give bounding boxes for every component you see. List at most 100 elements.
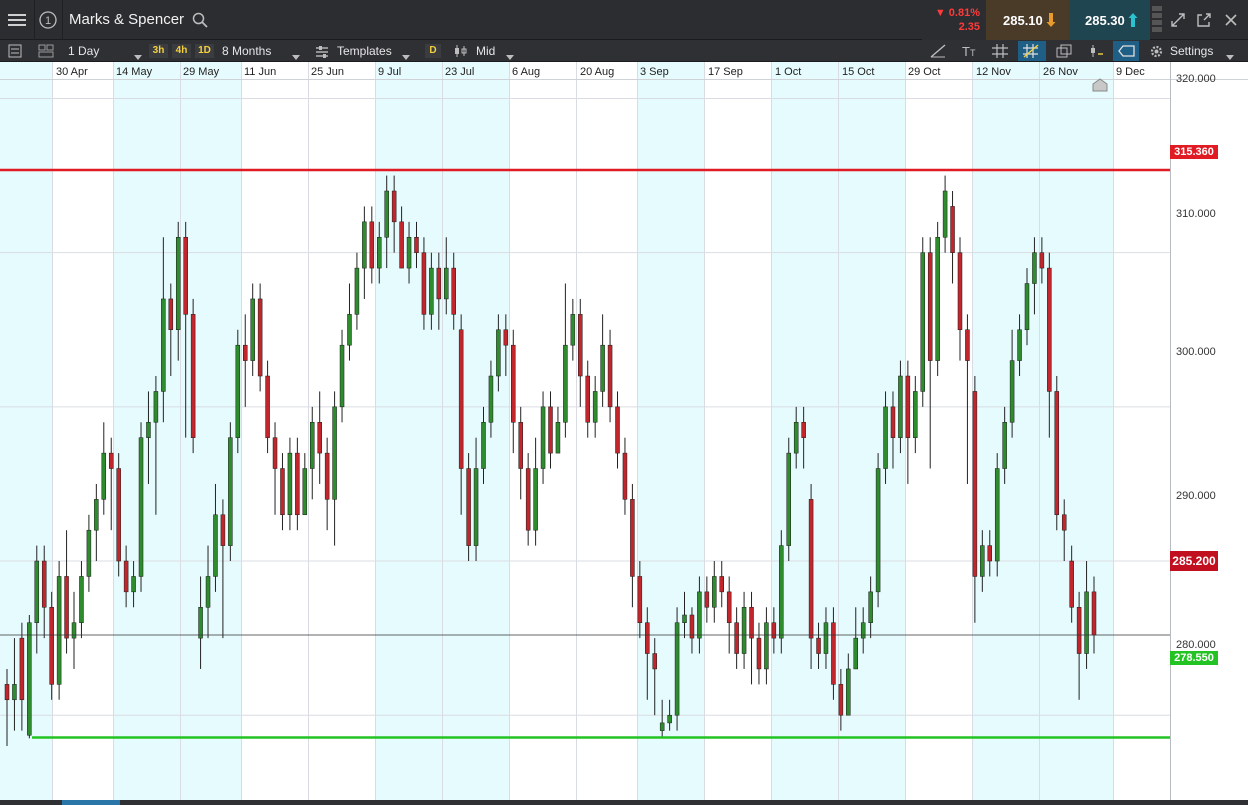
list-icon[interactable] <box>8 44 22 63</box>
buy-button[interactable]: 285.30 <box>1069 0 1150 40</box>
month-band <box>1039 62 1113 800</box>
candle-body <box>615 406 620 454</box>
x-tick-label: 9 Dec <box>1116 66 1145 78</box>
candle-body <box>905 375 911 438</box>
hamburger-menu-icon[interactable] <box>8 12 26 28</box>
candle-body <box>138 437 144 577</box>
candle-body <box>920 252 926 392</box>
month-band <box>113 62 241 800</box>
quick-interval-1d[interactable]: 1D <box>195 44 214 58</box>
close-icon[interactable] <box>1224 13 1238 27</box>
range-select[interactable]: 8 Months <box>222 44 271 58</box>
candle-body <box>362 221 367 269</box>
templates-icon[interactable] <box>315 45 329 63</box>
workspace-number-icon[interactable]: 1 <box>38 10 58 30</box>
x-tick-label: 29 Oct <box>908 66 941 78</box>
candle-body <box>377 237 382 269</box>
candle-body <box>444 267 449 300</box>
candle-body <box>965 329 970 361</box>
candle-body <box>324 452 330 500</box>
candle-body <box>749 607 754 639</box>
settings-button[interactable]: Settings <box>1170 44 1213 58</box>
support-price-label: 278.550 <box>1170 651 1218 665</box>
quick-interval-4h[interactable]: 4h <box>172 44 191 58</box>
interval-select[interactable]: 1 Day <box>68 44 99 58</box>
candle-body <box>228 437 233 546</box>
candle-body <box>429 267 434 315</box>
quick-interval-3h[interactable]: 3h <box>149 44 168 58</box>
candle-body <box>808 499 814 639</box>
templates-button[interactable]: Templates <box>337 44 392 58</box>
candle-body <box>756 637 762 670</box>
grid-icon[interactable] <box>992 44 1008 63</box>
order-ticket-icon[interactable] <box>1151 4 1163 36</box>
layout-icon[interactable] <box>38 44 54 63</box>
text-tool-icon[interactable]: TT <box>961 43 979 64</box>
duplicate-icon[interactable] <box>1056 44 1072 63</box>
candle-body <box>592 391 598 423</box>
top-bar: 1 Marks & Spencer ▼ 0.81% 2.35 285.10 28… <box>0 0 1248 40</box>
candle-body <box>875 468 881 593</box>
candle-body <box>183 237 188 315</box>
candle-body <box>712 576 717 608</box>
divider <box>34 0 35 40</box>
candle-body <box>391 190 397 223</box>
candle-body <box>280 468 285 516</box>
candle-body <box>49 607 54 685</box>
search-icon[interactable] <box>192 12 208 28</box>
candle-body <box>607 344 613 408</box>
candle-body <box>957 252 963 331</box>
gear-icon[interactable] <box>1149 44 1164 64</box>
candle-body <box>421 252 427 315</box>
candle-body <box>34 560 40 623</box>
candle-body <box>563 344 568 423</box>
candle-body <box>823 622 829 654</box>
candle-body <box>734 622 739 654</box>
candle-body <box>741 607 747 654</box>
candle-body <box>27 622 32 736</box>
change-absolute: 2.35 <box>958 21 980 33</box>
candle-body <box>1039 252 1045 269</box>
candle-body <box>108 452 114 469</box>
expand-icon[interactable] <box>1170 12 1186 28</box>
candle-body <box>496 329 501 377</box>
x-tick-label: 9 Jul <box>378 66 402 78</box>
price-type-select[interactable]: Mid <box>476 44 495 58</box>
candle-type-icon[interactable] <box>453 44 469 63</box>
candle-body <box>220 514 226 546</box>
candle-body <box>637 576 643 623</box>
candle-body <box>697 591 702 639</box>
alert-icon[interactable] <box>1088 44 1104 63</box>
candlestick-chart[interactable] <box>0 62 1248 805</box>
popout-icon[interactable] <box>1196 12 1212 28</box>
scroll-home-icon[interactable] <box>1092 78 1108 97</box>
candle-body <box>838 684 844 716</box>
candle-body <box>347 314 352 346</box>
instrument-title[interactable]: Marks & Spencer <box>69 11 184 29</box>
candle-body <box>235 344 241 438</box>
candle-body <box>987 545 993 562</box>
crosshair-toggle-icon[interactable] <box>1018 41 1046 61</box>
candle-body <box>332 406 337 500</box>
candle-body <box>846 668 851 716</box>
tag-icon[interactable] <box>1113 41 1139 61</box>
candle-body <box>771 622 777 639</box>
candle-body <box>146 422 151 438</box>
draw-line-icon[interactable] <box>930 44 946 63</box>
candle-body <box>652 653 657 670</box>
candle-body <box>71 622 77 639</box>
x-tick-label: 1 Oct <box>775 66 802 78</box>
candle-body <box>287 452 293 516</box>
candle-body <box>213 514 218 577</box>
x-tick-label: 12 Nov <box>976 66 1011 78</box>
candle-body <box>1054 391 1060 516</box>
x-tick-label: 30 Apr <box>56 66 88 78</box>
candle-body <box>726 591 732 623</box>
candle-body <box>980 545 985 577</box>
candle-body <box>302 468 308 516</box>
candle-body <box>56 576 62 685</box>
sell-button[interactable]: 285.10 <box>986 0 1069 40</box>
d-badge[interactable]: D <box>425 44 441 58</box>
candle-body <box>310 422 315 469</box>
candle-body <box>488 375 494 423</box>
